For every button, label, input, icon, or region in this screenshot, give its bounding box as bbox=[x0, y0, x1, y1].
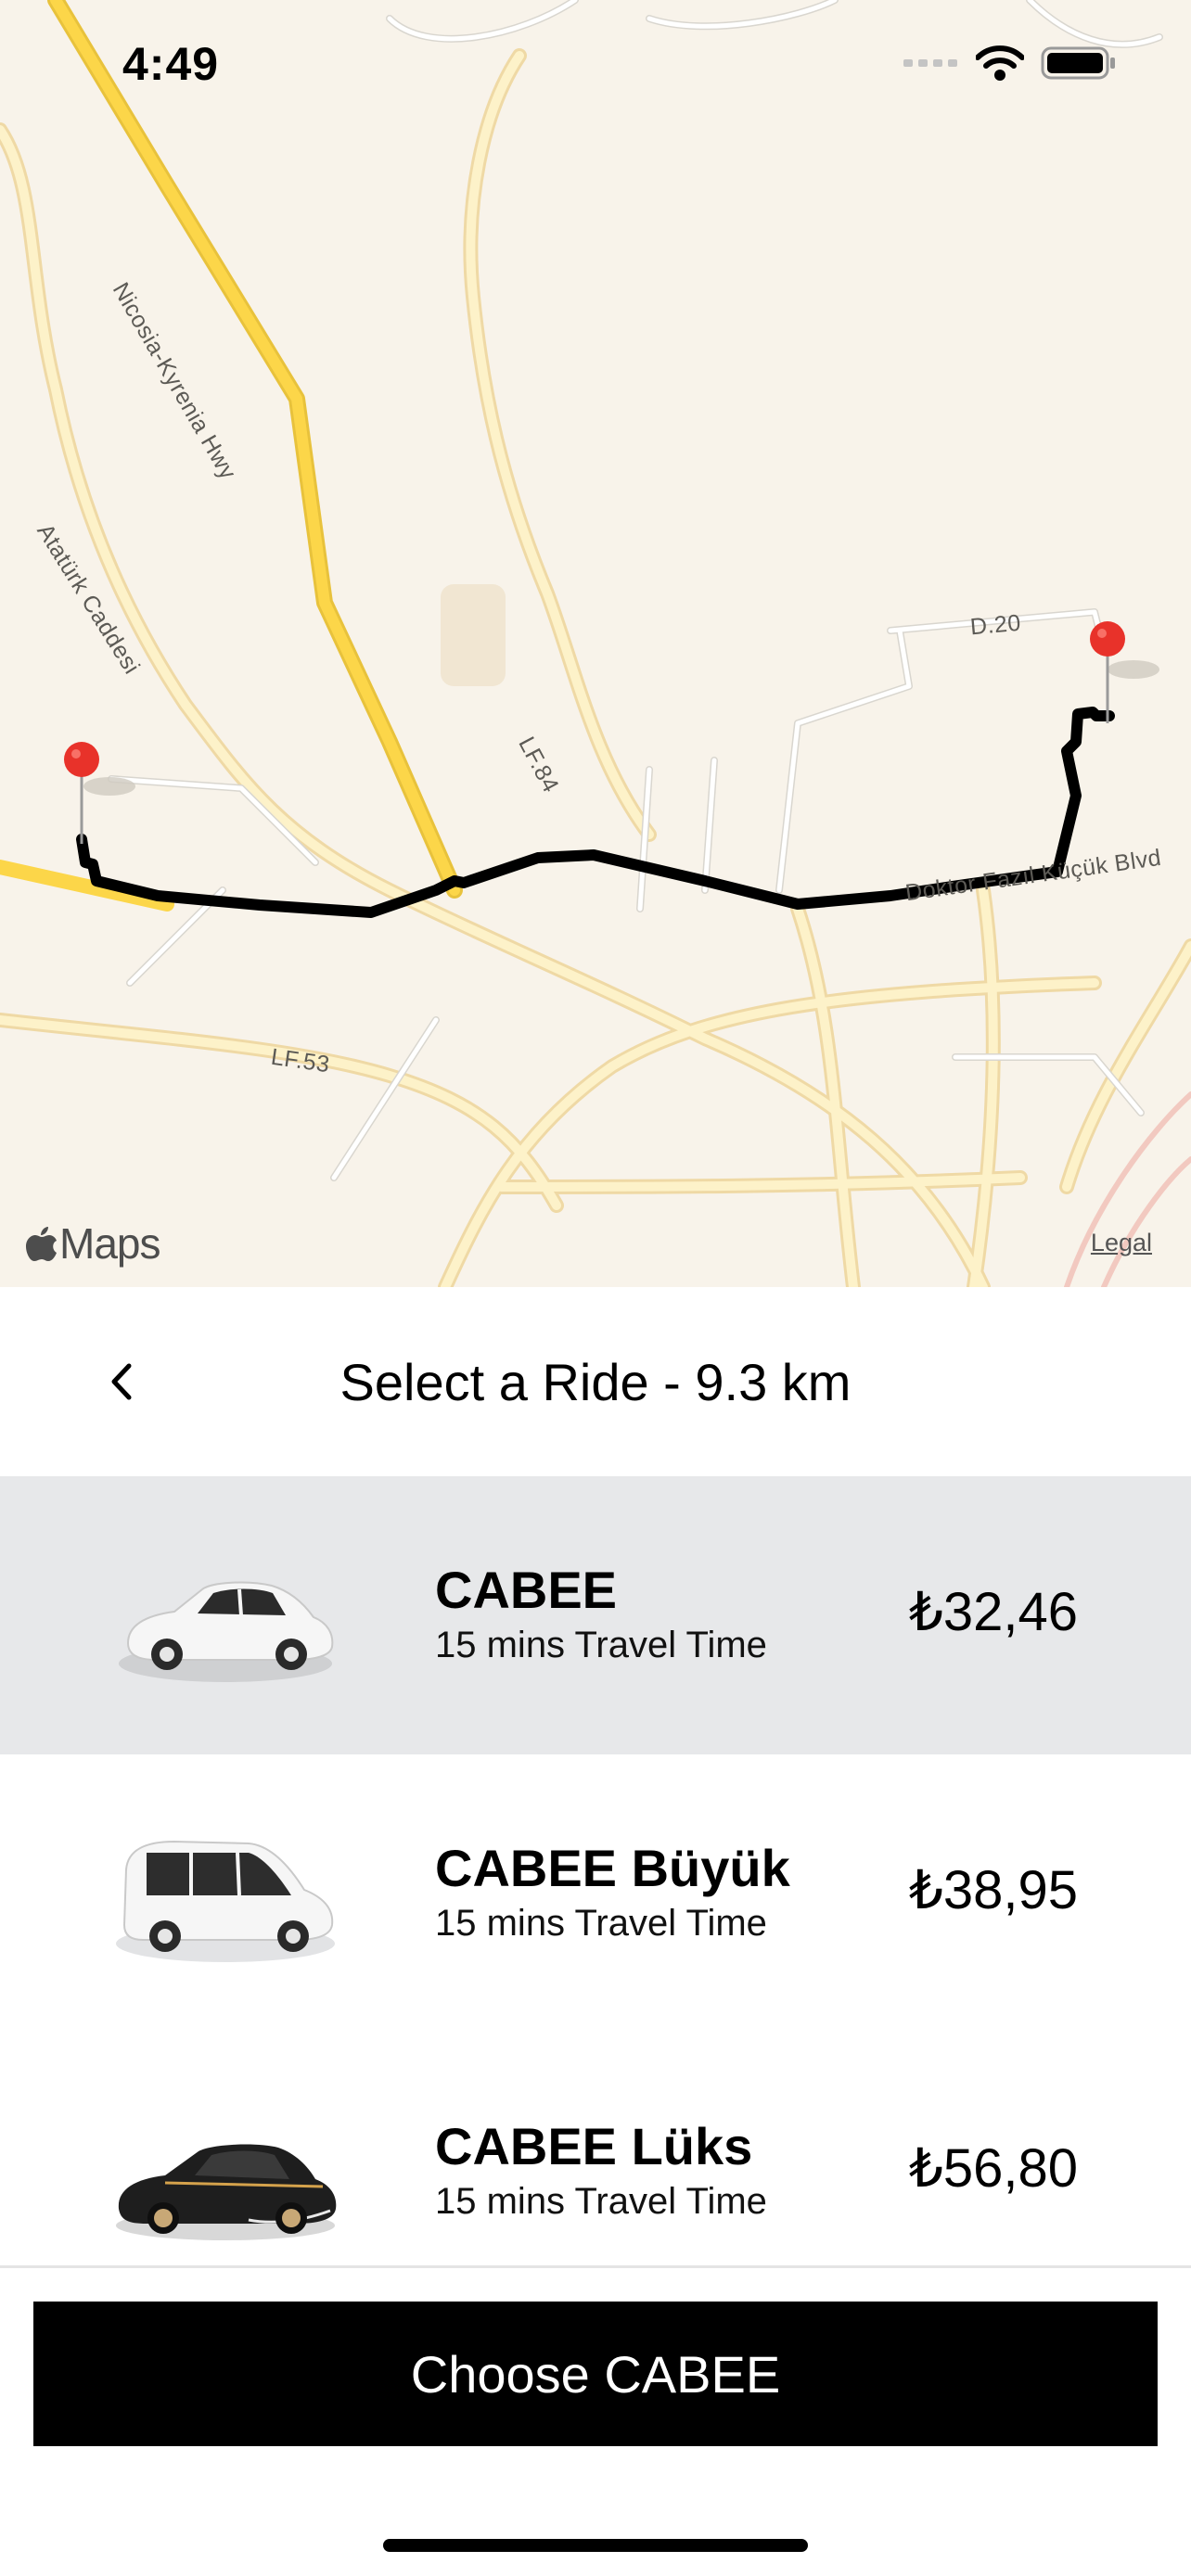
ride-name: CABEE bbox=[435, 1561, 618, 1619]
ride-travel-time: 15 mins Travel Time bbox=[435, 1903, 767, 1944]
map-roads bbox=[0, 0, 1191, 1287]
maps-label: Maps bbox=[59, 1219, 160, 1268]
ride-sheet-header: Select a Ride - 9.3 km bbox=[0, 1287, 1191, 1476]
destination-pin-icon[interactable] bbox=[1089, 619, 1126, 723]
ride-price: ₺32,46 bbox=[908, 1582, 1078, 1642]
ride-travel-time: 15 mins Travel Time bbox=[435, 1625, 767, 1665]
sheet-divider bbox=[0, 2265, 1191, 2268]
black-luxury-sedan-icon bbox=[116, 2144, 337, 2240]
ride-options-list[interactable]: CABEE 15 mins Travel Time ₺32,46 CABEE B… bbox=[0, 1476, 1191, 2264]
ride-name: CABEE Lüks bbox=[435, 2117, 753, 2175]
white-van-icon bbox=[116, 1840, 335, 1962]
wifi-icon bbox=[976, 45, 1024, 81]
road-label-d20: D.20 bbox=[968, 609, 1022, 641]
sheet-title: Select a Ride - 9.3 km bbox=[339, 1353, 852, 1411]
status-time: 4:49 bbox=[122, 38, 220, 90]
ride-option-cabee-buyuk[interactable]: CABEE Büyük 15 mins Travel Time ₺38,95 bbox=[0, 1754, 1191, 2033]
origin-pin-icon[interactable] bbox=[63, 740, 100, 844]
battery-icon bbox=[1041, 46, 1115, 80]
ride-price: ₺56,80 bbox=[908, 2138, 1078, 2199]
apple-maps-logo: Maps bbox=[26, 1218, 160, 1269]
choose-ride-button[interactable]: Choose CABEE bbox=[33, 2302, 1158, 2446]
ride-option-cabee[interactable]: CABEE 15 mins Travel Time ₺32,46 bbox=[0, 1476, 1191, 1754]
status-icons bbox=[903, 45, 1117, 82]
legal-link[interactable]: Legal bbox=[1091, 1229, 1152, 1257]
home-indicator[interactable] bbox=[383, 2539, 808, 2552]
apple-logo-icon bbox=[26, 1227, 57, 1261]
ride-option-cabee-luks[interactable]: CABEE Lüks 15 mins Travel Time ₺56,80 bbox=[0, 2033, 1191, 2264]
map-view[interactable]: Nicosia-Kyrenia Hwy Atatürk Caddesi LF.8… bbox=[0, 0, 1191, 1287]
white-sedan-icon bbox=[119, 1581, 334, 1682]
cellular-signal-icon bbox=[903, 59, 957, 67]
ride-travel-time: 15 mins Travel Time bbox=[435, 2181, 767, 2222]
ride-price: ₺38,95 bbox=[908, 1860, 1078, 1920]
ride-name: CABEE Büyük bbox=[435, 1839, 790, 1897]
